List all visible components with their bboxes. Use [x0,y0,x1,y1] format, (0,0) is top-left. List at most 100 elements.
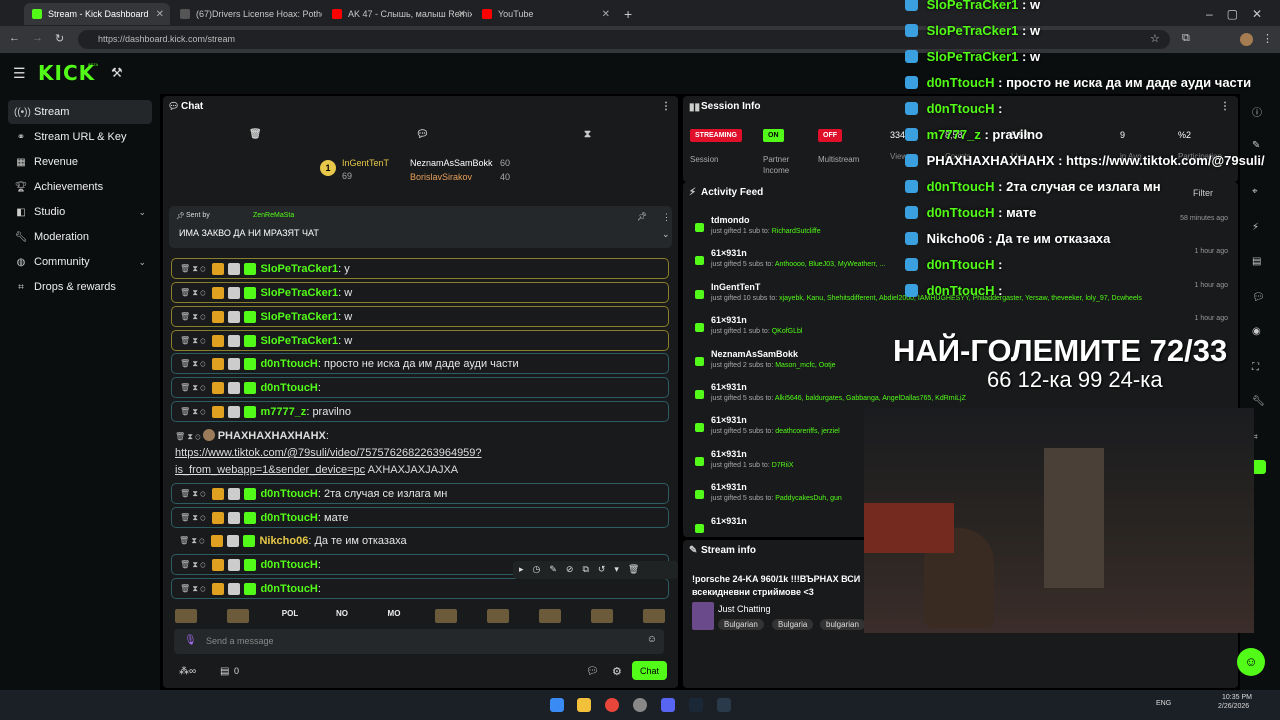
hourglass-icon[interactable]: ⧗ [584,129,591,140]
kick-logo[interactable]: KICK [38,61,95,85]
chat-message[interactable]: 🗑︎ ⧗ ⊙ m7777_z : pravilno [171,401,669,422]
trash-icon[interactable]: 🗑︎ [249,129,262,140]
chrome-icon[interactable] [605,698,619,712]
stream-tag[interactable]: Bulgaria [772,619,814,630]
chat-menu-icon[interactable]: ⋮ [661,101,671,112]
chat-username[interactable]: SloPeTraCker1 [260,335,338,347]
chat-message[interactable]: 🗑︎ ⧗ ⊙ SloPeTraCker1 : y [171,258,669,279]
feed-item-user[interactable]: tdmondo [711,215,750,225]
feed-item-user[interactable]: 61×931n [711,449,747,459]
unpin-icon[interactable]: 📌︎ [637,212,647,221]
emote[interactable] [487,609,509,623]
close-icon[interactable]: ✕ [458,9,466,20]
chat-username[interactable]: d0nTtoucH [260,583,317,595]
stream-tag[interactable]: Bulgarian [718,619,764,630]
chevron-down-icon[interactable]: ⌄ [662,229,670,240]
stream-category[interactable]: Just Chatting [718,604,771,614]
obs-icon[interactable] [633,698,647,712]
feed-item-user[interactable]: 61×931n [711,315,747,325]
emote[interactable] [435,609,457,623]
send-chat-button[interactable]: Chat [632,661,667,680]
steam-icon[interactable] [689,698,703,712]
input-language[interactable]: ENG [1156,700,1171,707]
hamburger-menu-icon[interactable]: ☰ [13,65,26,82]
fullscreen-icon[interactable]: ⛶ [1252,362,1259,373]
settings-gear-icon[interactable]: ⚙ [612,665,622,678]
chat-input-box[interactable]: 🎙︎ Send a message ☺ [174,629,664,654]
discord-icon[interactable] [661,698,675,712]
emote[interactable] [539,609,561,623]
chat-username[interactable]: d0nTtoucH [260,358,317,370]
menu-kebab-icon[interactable]: ⋮ [1262,32,1273,45]
feed-filter-button[interactable]: Filter [1193,188,1213,198]
feed-item-user[interactable]: NeznamAsSamBokk [711,349,798,359]
sidebar-item-achievements[interactable]: 🏆︎ Achievements [8,175,152,199]
chat-bubble-icon[interactable]: 💬︎ [586,666,599,677]
forward-icon[interactable]: → [32,32,43,44]
users-infinity-icon[interactable]: ⁂∞ [179,666,196,677]
sidebar-item-stream-url[interactable]: ⚭ Stream URL & Key [8,125,152,149]
clock-time[interactable]: 10:35 PM [1222,694,1252,701]
chat-username[interactable]: SloPeTraCker1 [260,287,338,299]
pinned-menu-icon[interactable]: ⋮ [662,212,671,223]
pinned-message[interactable]: 📌︎ Sent by ZenReMaSta ИМА ЗАКВО ДА НИ МР… [169,206,672,248]
feed-item-user[interactable]: InGentTenT [711,282,760,292]
microphone-icon[interactable]: 🎙︎ [184,635,197,646]
bolt-icon[interactable]: ⚡︎ [1252,222,1259,233]
chat-message[interactable]: 🗑︎ ⧗ ⊙ SloPeTraCker1 : w [171,306,669,327]
chat-username[interactable]: m7777_z [260,406,306,418]
windows-start-icon[interactable] [550,698,564,712]
chat-message[interactable]: 🗑︎ ⧗ ⊙ d0nTtoucH : 2та случая се излага … [171,483,669,504]
feed-item-user[interactable]: 61×931n [711,516,747,526]
wrench-icon[interactable]: 🔧︎ [1252,396,1265,407]
chat-username[interactable]: PHAXHAXHAXHAHX [218,430,326,442]
chat-username[interactable]: d0nTtoucH [260,382,317,394]
emoji-icon[interactable]: ☺ [647,634,657,645]
tab-drivers-license[interactable]: (67)Drivers License Hoax: Pothe [172,3,322,25]
reload-icon[interactable]: ↻ [55,32,64,45]
chat-message[interactable]: 🗑︎ ⧗ ⊙ d0nTtoucH : мате [171,507,669,528]
window-controls[interactable]: –▢✕ [1198,3,1278,25]
sidebar-item-drops[interactable]: ⌗ Drops & rewards [8,275,152,299]
sidebar-item-stream[interactable]: ((•)) Stream [8,100,152,124]
chat-username[interactable]: Nikcho06 [259,535,308,547]
feed-item-user[interactable]: 61×931n [711,248,747,258]
chat-username[interactable]: d0nTtoucH [260,488,317,500]
support-chat-icon[interactable]: ☺ [1237,648,1265,676]
chat-link[interactable]: https://www.tiktok.com/@79suli/video/757… [175,447,482,459]
new-tab-button[interactable]: + [620,3,640,25]
broadcast-icon[interactable]: ◉ [1252,326,1261,337]
toggle-panel-icon[interactable] [1252,460,1266,474]
emote[interactable] [643,609,665,623]
chat-bubble-icon[interactable]: 💬︎ [416,129,429,140]
chat-message[interactable]: 🗑︎ ⧗ ⊙ Nikcho06 : Да те им отказаха [171,530,669,551]
chat-username[interactable]: d0nTtoucH [260,512,317,524]
chat-username[interactable]: SloPeTraCker1 [260,311,338,323]
expand-icon[interactable]: ⌖ [1252,186,1258,197]
tab-youtube[interactable]: YouTube ✕ [474,3,616,25]
profile-avatar[interactable] [1240,33,1253,46]
hammer-icon[interactable]: ⚒ [111,65,123,81]
chat-bubble-icon[interactable]: 💬︎ [1252,292,1265,303]
message-action-toolbar[interactable]: ▸◷✎⊘⧉↺▾🗑︎ [513,561,678,579]
session-menu-icon[interactable]: ⋮ [1220,101,1230,112]
emote[interactable] [227,609,249,623]
sidebar-item-moderation[interactable]: 🔧︎ Moderation [8,225,152,249]
stream-tag[interactable]: bulgarian [820,619,865,630]
bookmark-star-icon[interactable]: ☆ [1150,32,1160,45]
close-icon[interactable]: ✕ [602,9,610,20]
info-icon[interactable]: ⓘ [1252,104,1262,119]
clock-date[interactable]: 2/26/2026 [1218,703,1249,710]
sidebar-item-studio[interactable]: ◧ Studio ⌄ [8,200,152,224]
feed-item-user[interactable]: 61×931n [711,415,747,425]
tab-kick-dashboard[interactable]: Stream - Kick Dashboard ✕ [24,3,170,25]
emote[interactable] [175,609,197,623]
file-explorer-icon[interactable] [577,698,591,712]
chat-message[interactable]: 🗑︎ ⧗ ⊙ d0nTtoucH : [171,578,669,599]
chat-link-continued[interactable]: is_from_webapp=1&sender_device=pc [175,464,365,476]
edit-icon[interactable]: ✎ [1252,140,1260,151]
chat-username[interactable]: SloPeTraCker1 [260,263,338,275]
emote[interactable]: MO [383,609,405,623]
emote[interactable]: POL [279,609,301,623]
gift-box-icon[interactable]: ▤ [220,666,229,677]
